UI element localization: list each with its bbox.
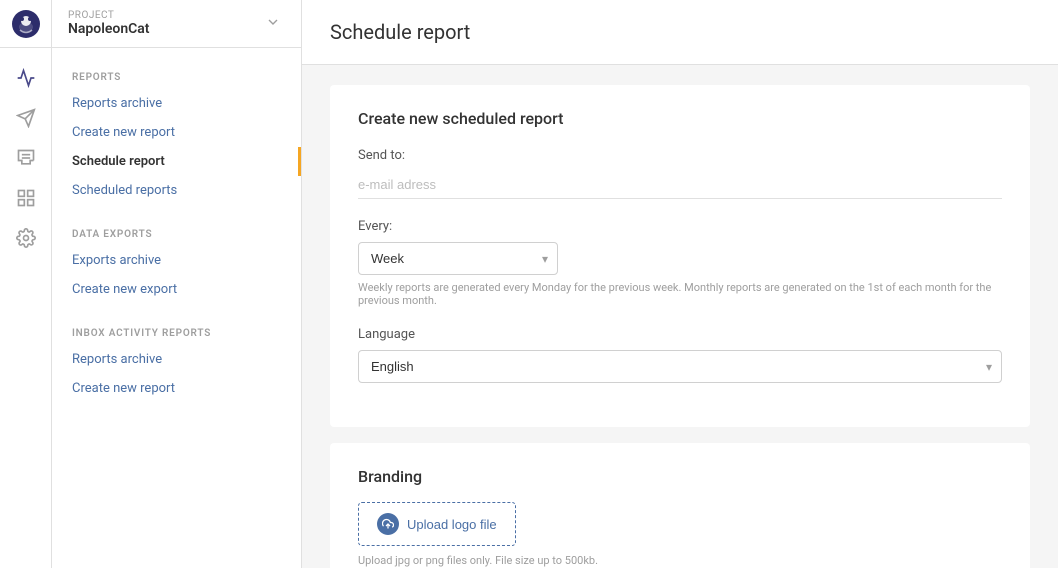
sidebar-item-exports-archive[interactable]: Exports archive bbox=[52, 246, 301, 275]
sidebar-item-schedule-report[interactable]: Schedule report bbox=[52, 147, 301, 176]
reports-section-label: REPORTS bbox=[52, 64, 301, 89]
nav-settings-icon[interactable] bbox=[6, 220, 46, 256]
frequency-hint: Weekly reports are generated every Monda… bbox=[358, 281, 1002, 307]
sidebar-item-scheduled-reports[interactable]: Scheduled reports bbox=[52, 176, 301, 205]
send-to-group: Send to: bbox=[358, 148, 1002, 199]
content-area: Create new scheduled report Send to: Eve… bbox=[302, 65, 1058, 568]
branding-title: Branding bbox=[358, 467, 1002, 486]
send-to-label: Send to: bbox=[358, 148, 1002, 163]
main-content: Schedule report Create new scheduled rep… bbox=[302, 0, 1058, 568]
inbox-section-label: INBOX ACTIVITY REPORTS bbox=[52, 320, 301, 345]
language-label: Language bbox=[358, 327, 1002, 342]
sidebar-header: PROJECT NapoleonCat bbox=[52, 0, 301, 48]
sidebar-item-create-export[interactable]: Create new export bbox=[52, 275, 301, 304]
nav-publish-icon[interactable] bbox=[6, 100, 46, 136]
sidebar-item-inbox-reports-archive[interactable]: Reports archive bbox=[52, 345, 301, 374]
data-exports-section-label: DATA EXPORTS bbox=[52, 221, 301, 246]
every-group: Every: Week Month ▾ Weekly reports are g… bbox=[358, 219, 1002, 307]
logo-area[interactable] bbox=[0, 0, 52, 48]
frequency-select[interactable]: Week Month bbox=[358, 242, 558, 275]
project-label: PROJECT bbox=[68, 10, 261, 21]
icon-navigation bbox=[0, 48, 51, 256]
frequency-select-wrapper: Week Month ▾ bbox=[358, 242, 558, 275]
language-group: Language English Polish German ▾ bbox=[358, 327, 1002, 383]
napoleoncat-logo bbox=[10, 8, 42, 40]
sidebar-item-create-report[interactable]: Create new report bbox=[52, 118, 301, 147]
language-select[interactable]: English Polish German bbox=[358, 350, 1002, 383]
upload-logo-button[interactable]: Upload logo file bbox=[358, 502, 516, 546]
card-title: Create new scheduled report bbox=[358, 109, 1002, 128]
nav-analytics-icon[interactable] bbox=[6, 60, 46, 96]
project-dropdown-button[interactable] bbox=[261, 10, 285, 38]
language-select-wrapper: English Polish German ▾ bbox=[358, 350, 1002, 383]
upload-icon bbox=[377, 513, 399, 535]
project-info: PROJECT NapoleonCat bbox=[68, 10, 261, 37]
page-title: Schedule report bbox=[330, 20, 1030, 44]
main-header: Schedule report bbox=[302, 0, 1058, 65]
schedule-report-card: Create new scheduled report Send to: Eve… bbox=[330, 85, 1030, 427]
nav-inbox-icon[interactable] bbox=[6, 140, 46, 176]
branding-card: Branding Upload logo file Upload jpg or … bbox=[330, 443, 1030, 568]
upload-hint: Upload jpg or png files only. File size … bbox=[358, 554, 1002, 567]
project-name: NapoleonCat bbox=[68, 21, 261, 37]
sidebar: PROJECT NapoleonCat REPORTS Reports arch… bbox=[52, 0, 302, 568]
sidebar-item-inbox-create-report[interactable]: Create new report bbox=[52, 374, 301, 403]
upload-label: Upload logo file bbox=[407, 517, 497, 532]
every-label: Every: bbox=[358, 219, 1002, 234]
email-input[interactable] bbox=[358, 171, 1002, 199]
sidebar-item-reports-archive[interactable]: Reports archive bbox=[52, 89, 301, 118]
sidebar-content: REPORTS Reports archive Create new repor… bbox=[52, 48, 301, 419]
icon-bar bbox=[0, 0, 52, 568]
nav-reports-icon[interactable] bbox=[6, 180, 46, 216]
